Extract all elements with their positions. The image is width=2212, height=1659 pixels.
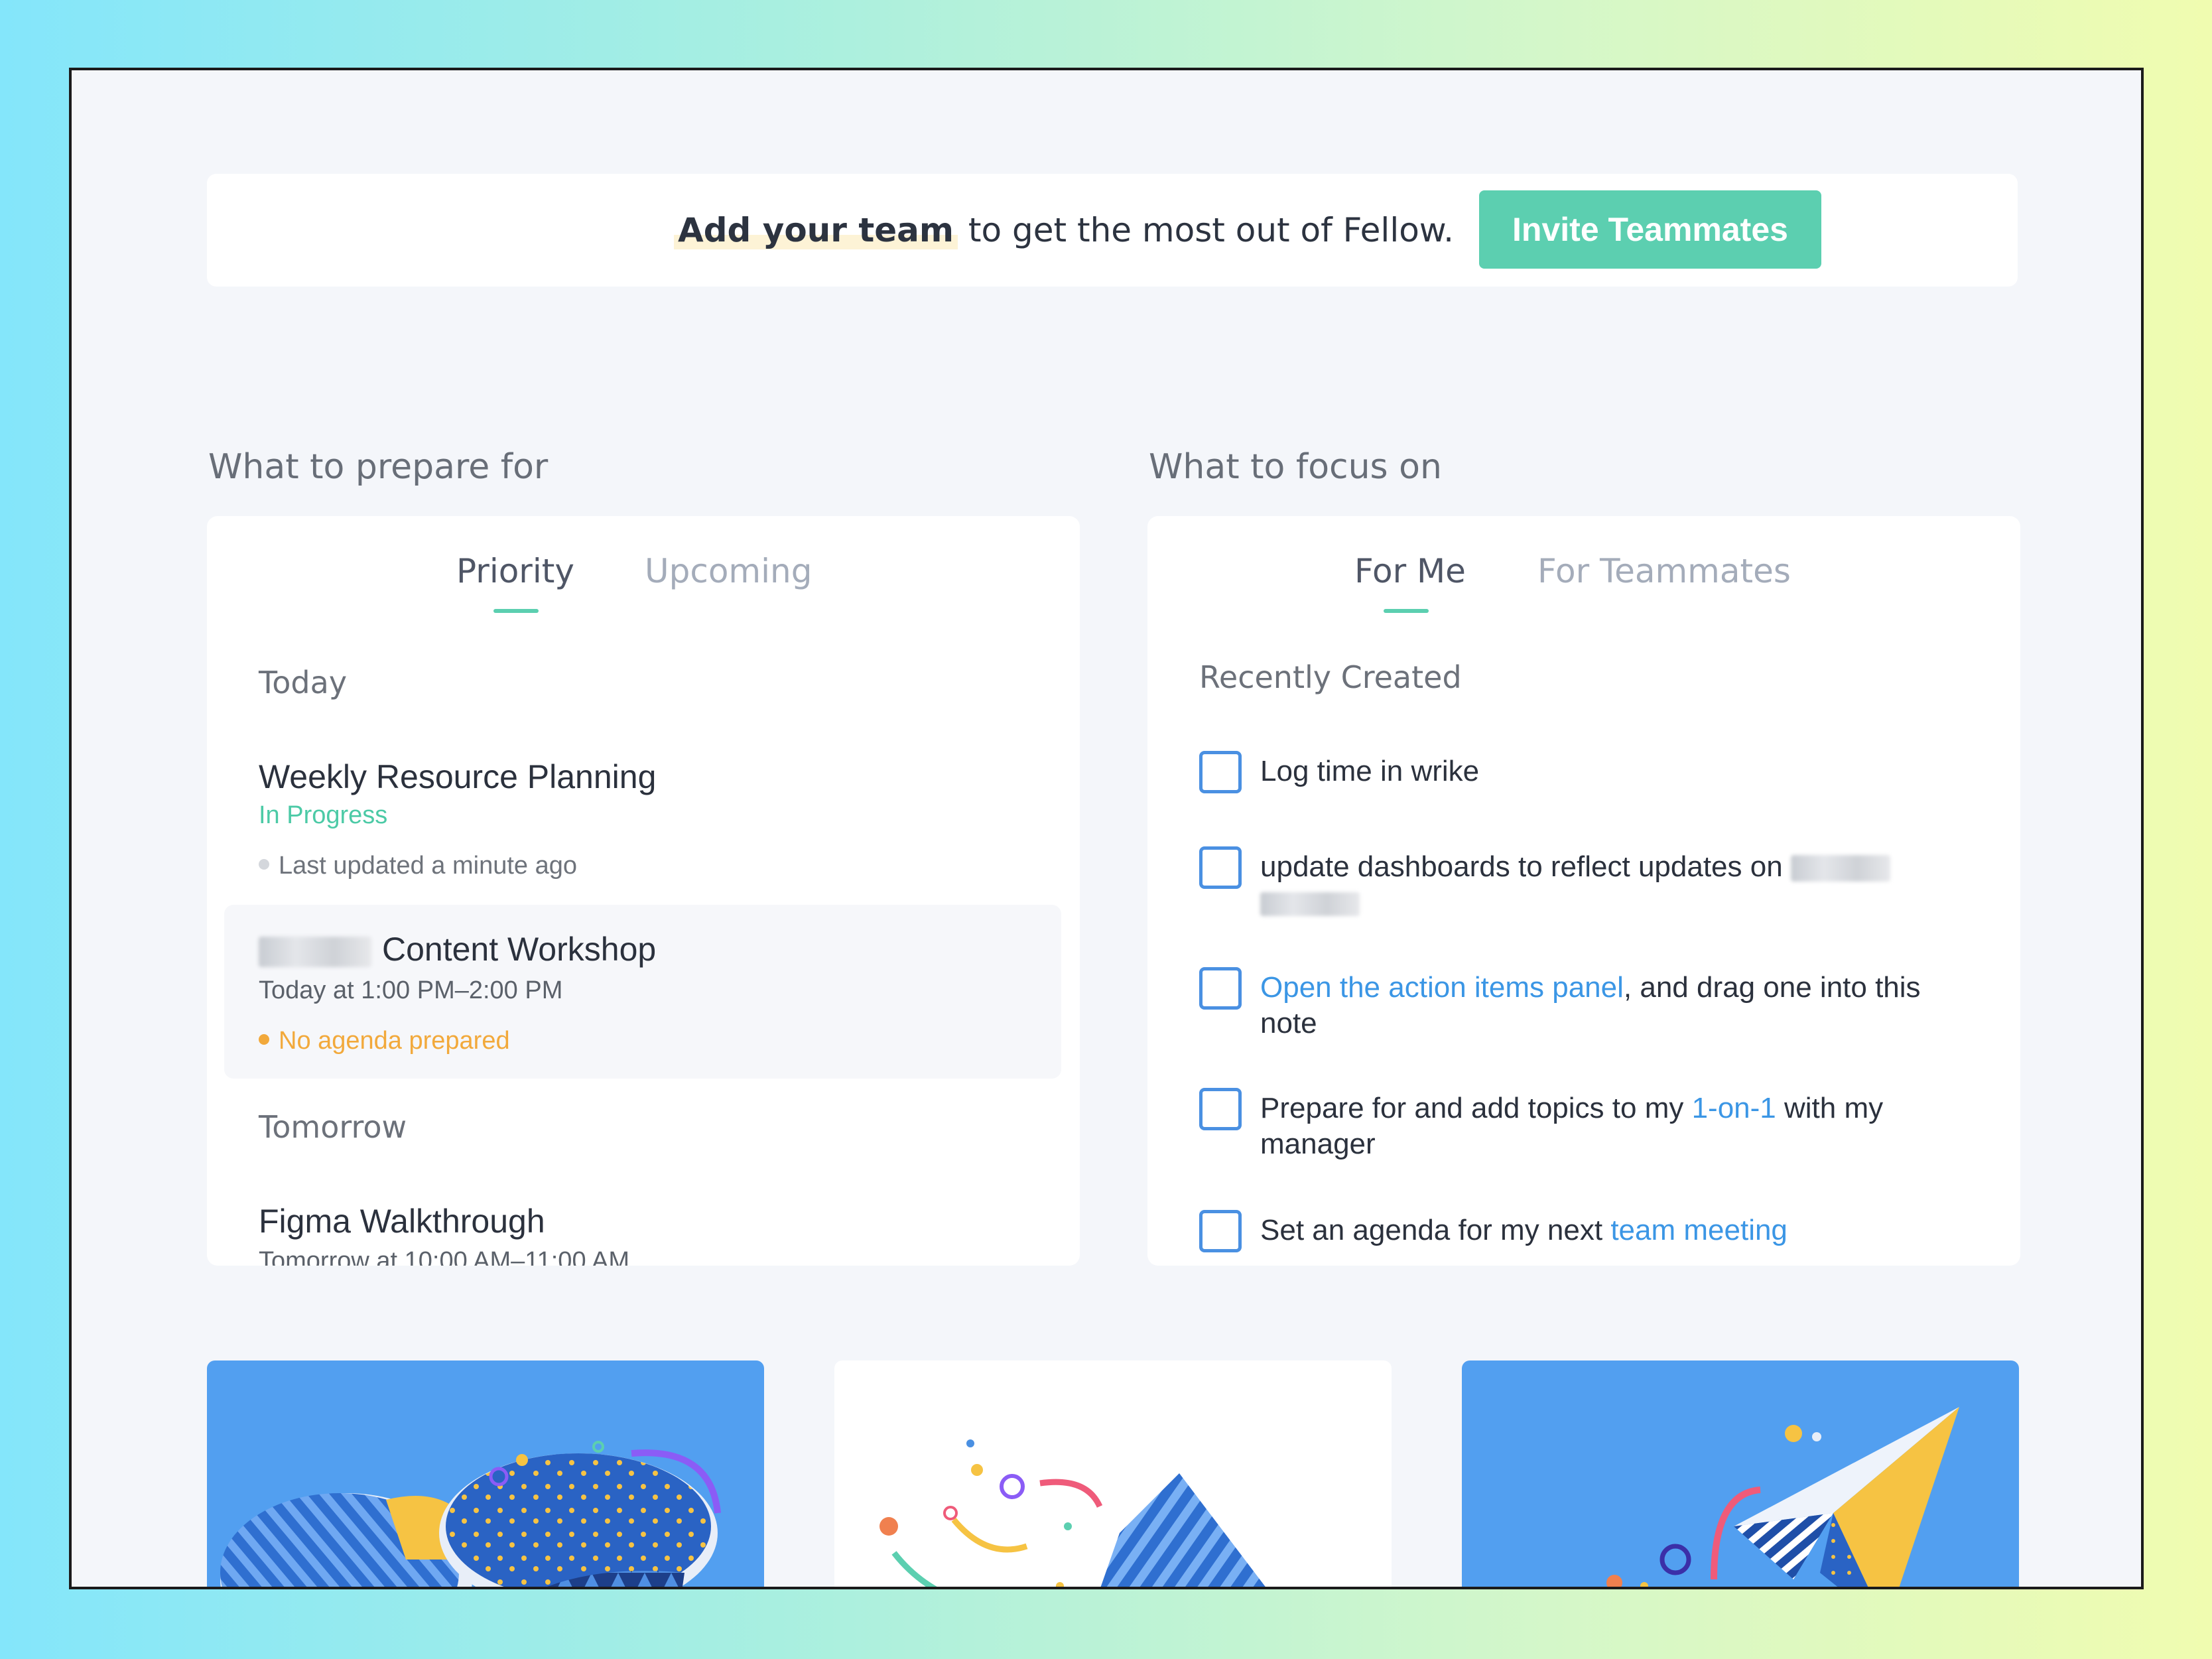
action-item-text: Log time in wrike <box>1260 755 1480 787</box>
action-item-checkbox[interactable] <box>1199 846 1242 889</box>
meeting-note: Last updated a minute ago <box>279 852 578 880</box>
action-item-text: Prepare for and add topics to my 1-on-1 … <box>1260 1091 1977 1162</box>
banner-message: Add your team to get the most out of Fel… <box>207 174 1454 287</box>
party-horn-illustration <box>879 1439 1266 1587</box>
focus-section-title: What to focus on <box>1149 447 1442 487</box>
meeting-title: Figma Walkthrough <box>259 1203 545 1240</box>
recently-created-label: Recently Created <box>1199 659 1462 695</box>
active-tab-indicator <box>1384 609 1429 613</box>
action-item-checkbox[interactable] <box>1199 967 1242 1010</box>
speech-bubbles-illustration <box>220 1441 721 1587</box>
action-item-text: Set an agenda for my next team meeting <box>1260 1213 1977 1248</box>
action-item-text-before: Prepare for and add topics to my <box>1260 1092 1692 1124</box>
active-tab-indicator <box>493 609 539 613</box>
tab-upcoming[interactable]: Upcoming <box>645 552 812 590</box>
meeting-status: In Progress <box>259 801 388 829</box>
meeting-title: Content Workshop <box>259 930 656 968</box>
action-item-checkbox[interactable] <box>1199 751 1242 793</box>
meeting-title: Weekly Resource Planning <box>259 758 657 795</box>
action-item-checkbox[interactable] <box>1199 1210 1242 1252</box>
prepare-section-title: What to prepare for <box>208 447 549 487</box>
meeting-time: Tomorrow at 10:00 AM–11:00 AM <box>259 1247 630 1266</box>
meeting-note: No agenda prepared <box>279 1027 510 1055</box>
redacted-text <box>1790 855 1890 882</box>
invite-banner: Add your team to get the most out of Fel… <box>207 174 2018 287</box>
prepare-card: Priority Upcoming Today Weekly Resource … <box>207 516 1080 1266</box>
meeting-time: Today at 1:00 PM–2:00 PM <box>259 976 563 1004</box>
app-window: Add your team to get the most out of Fel… <box>69 68 2144 1589</box>
status-dot <box>259 858 269 870</box>
action-item-text-before: Set an agenda for my next <box>1260 1214 1611 1246</box>
tab-for-teammates[interactable]: For Teammates <box>1537 552 1791 590</box>
illustration-tile-chat[interactable] <box>207 1360 764 1587</box>
meeting-title-text: Content Workshop <box>382 931 657 968</box>
redacted-text <box>259 936 371 967</box>
action-item-checkbox[interactable] <box>1199 1088 1242 1130</box>
action-item-text: Open the action items panel, and drag on… <box>1260 970 1977 1041</box>
banner-bold-text: Add your team <box>674 211 958 249</box>
one-on-one-link[interactable]: 1-on-1 <box>1692 1092 1776 1124</box>
banner-rest-text: to get the most out of Fellow. <box>958 211 1454 249</box>
meeting-note-row: Last updated a minute ago <box>259 852 577 880</box>
illustration-tile-plane[interactable] <box>1462 1360 2019 1587</box>
meeting-note-row: No agenda prepared <box>259 1027 510 1055</box>
group-label-today: Today <box>259 665 348 700</box>
warning-dot <box>259 1033 269 1045</box>
action-item-text-main: update dashboards to reflect updates on <box>1260 850 1783 883</box>
focus-card: For Me For Teammates Recently Created Lo… <box>1147 516 2020 1266</box>
tab-for-me[interactable]: For Me <box>1354 552 1466 590</box>
action-items-panel-link[interactable]: Open the action items panel <box>1260 971 1624 1004</box>
illustration-tile-celebrate[interactable] <box>834 1360 1392 1587</box>
invite-teammates-button[interactable]: Invite Teammates <box>1479 190 1821 269</box>
team-meeting-link[interactable]: team meeting <box>1610 1214 1788 1246</box>
action-item-text: update dashboards to reflect updates on <box>1260 849 1977 921</box>
tab-priority[interactable]: Priority <box>456 552 574 590</box>
paper-plane-illustration <box>1606 1407 1959 1587</box>
group-label-tomorrow: Tomorrow <box>259 1109 407 1145</box>
redacted-text <box>1260 892 1360 917</box>
